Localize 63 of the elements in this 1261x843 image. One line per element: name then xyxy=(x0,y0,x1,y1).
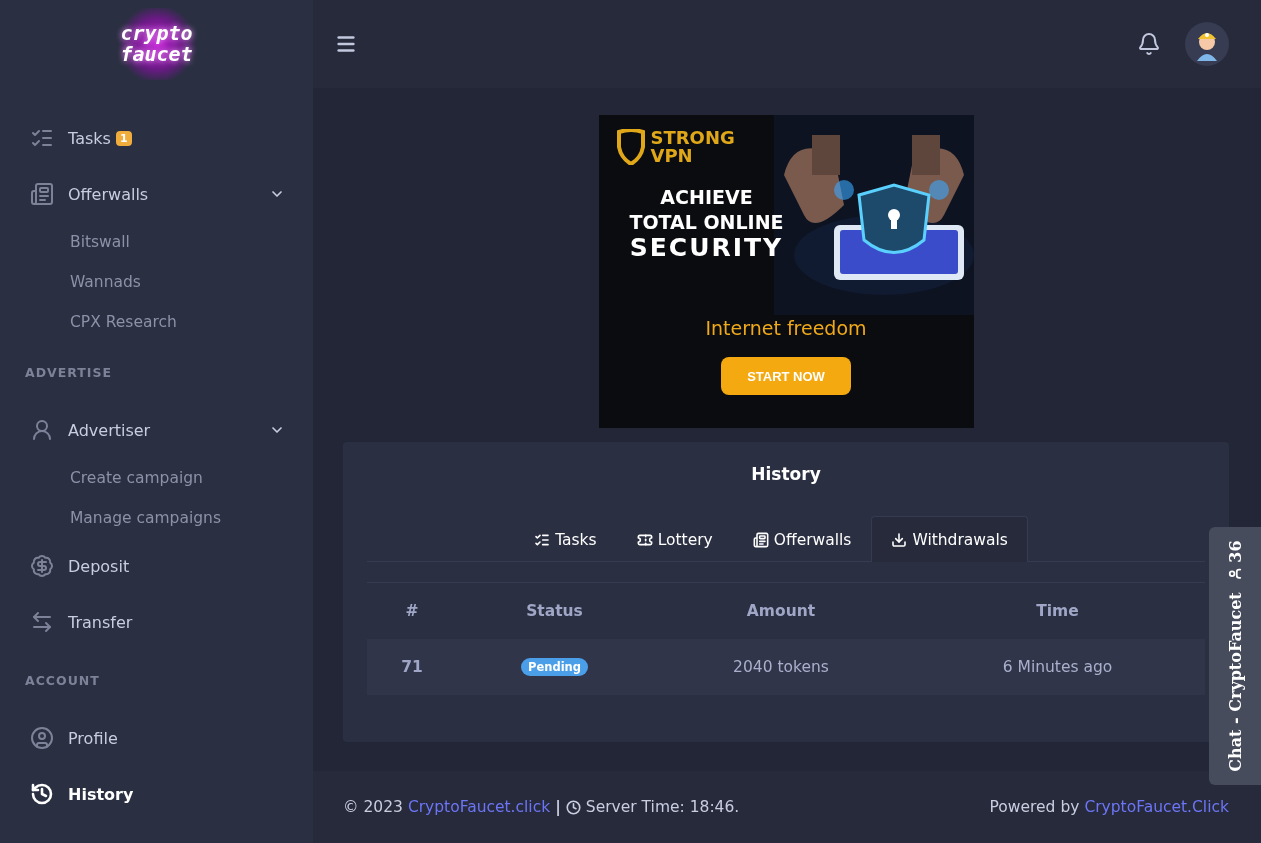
server-time-text: Server Time: 18:46. xyxy=(585,798,740,816)
person-icon xyxy=(30,418,54,442)
sidebar-label: Tasks xyxy=(68,128,111,148)
column-header: # xyxy=(404,602,420,620)
avatar[interactable] xyxy=(1185,22,1229,66)
sidebar-label: Profile xyxy=(68,728,118,748)
ad-headline: TOTAL ONLINE xyxy=(628,210,785,235)
sidebar-item[interactable]: Profile xyxy=(0,710,313,766)
sidebar-item[interactable]: Deposit xyxy=(0,538,313,594)
sidebar-item[interactable]: Transfer xyxy=(0,594,313,650)
table-cell-text: 2040 tokens xyxy=(732,658,830,676)
powered-link[interactable]: CryptoFaucet.Click xyxy=(1084,798,1229,816)
tab[interactable]: Lottery xyxy=(616,516,733,562)
column-header: Amount xyxy=(745,602,817,620)
tab[interactable]: Withdrawals xyxy=(871,516,1028,562)
powered-by-text: Powered by xyxy=(989,798,1080,816)
copyright-text: © 2023 xyxy=(343,798,403,816)
submenu-item[interactable]: Manage campaigns xyxy=(0,498,313,538)
sidebar-label: Advertiser xyxy=(68,420,151,440)
column-header: Status xyxy=(525,602,584,620)
submenu-item[interactable]: Create campaign xyxy=(0,458,313,498)
sidebar-label: History xyxy=(68,784,134,804)
transfer-icon xyxy=(30,610,54,634)
download-icon xyxy=(891,531,908,548)
shield-icon xyxy=(616,129,645,165)
section-heading: ADVERTISE xyxy=(24,363,114,382)
sidebar-item[interactable]: Offerwalls xyxy=(0,166,313,222)
sidebar-item[interactable]: Tasks 1 xyxy=(0,110,313,166)
separator-text: | xyxy=(555,798,561,816)
dollar-icon xyxy=(30,554,54,578)
sidebar-label: Deposit xyxy=(68,556,130,576)
brand-name: STRONG VPN xyxy=(650,129,735,165)
table-cell-text: 6 Minutes ago xyxy=(1001,658,1114,676)
submenu-item[interactable]: Wannads xyxy=(0,262,313,302)
user-count: 36 xyxy=(1225,540,1245,563)
submenu-item[interactable]: Bitswall xyxy=(0,222,313,262)
ad-tagline: Internet freedom xyxy=(704,317,868,339)
history-icon xyxy=(30,782,54,806)
sidebar-label: Offerwalls xyxy=(68,184,149,204)
site-link[interactable]: CryptoFaucet.click xyxy=(407,798,551,816)
chat-label: Chat - CryptoFaucet xyxy=(1225,592,1245,772)
tab[interactable]: Tasks xyxy=(514,516,617,562)
menu-button[interactable] xyxy=(335,33,357,55)
card-title: History xyxy=(750,464,822,484)
column-header: Time xyxy=(1035,602,1080,620)
section-heading: ACCOUNT xyxy=(24,671,101,690)
chat-tab[interactable]: Chat - CryptoFaucet 36 xyxy=(1209,527,1261,785)
tab[interactable]: Offerwalls xyxy=(732,516,872,562)
ad-banner[interactable]: STRONG VPN ACHIEVE TOTAL ONLINE SECURITY Internet freedom START NOW xyxy=(598,115,974,428)
notification-bell-icon[interactable] xyxy=(1137,32,1161,56)
status-badge: Pending xyxy=(521,658,588,676)
ad-headline: ACHIEVE xyxy=(659,185,754,210)
sidebar-item[interactable]: Advertiser xyxy=(0,402,313,458)
submenu-item[interactable]: CPX Research xyxy=(0,302,313,342)
sidebar-label: Transfer xyxy=(68,612,133,632)
sidebar-item[interactable]: History xyxy=(0,766,313,822)
table-cell-text: 71 xyxy=(400,658,424,676)
user-circle-icon xyxy=(30,726,54,750)
newspaper-icon xyxy=(30,182,54,206)
count-badge: 1 xyxy=(115,130,132,146)
newspaper-icon xyxy=(752,531,769,548)
clock-icon xyxy=(565,799,581,815)
ad-headline: SECURITY xyxy=(628,235,785,260)
